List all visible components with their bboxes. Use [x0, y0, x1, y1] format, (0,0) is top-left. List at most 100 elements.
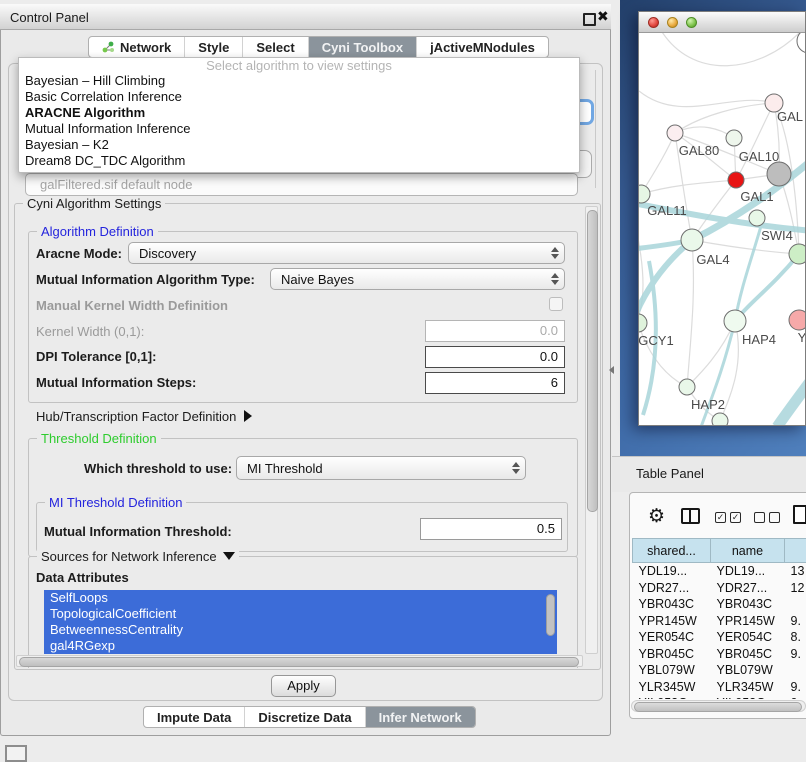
bottom-tab-impute-data[interactable]: Impute Data	[144, 707, 245, 727]
tab-network[interactable]: Network	[89, 37, 185, 57]
sources-group-title[interactable]: Sources for Network Inference	[37, 549, 239, 564]
scrollbar-thumb[interactable]	[634, 702, 802, 712]
zoom-traffic-light-icon[interactable]	[686, 17, 697, 28]
data-table-combo[interactable]: galFiltered.sif default node	[25, 173, 578, 196]
network-node-gal1[interactable]	[728, 172, 744, 188]
network-node-gcy1[interactable]	[639, 314, 647, 332]
attribute-item[interactable]: gal4RGexp	[44, 638, 557, 654]
network-node-swi4[interactable]	[749, 210, 765, 226]
network-node-hap4[interactable]	[724, 310, 746, 332]
table-row[interactable]: YBR043CYBR043C	[633, 596, 806, 613]
table-cell: YIL052C	[633, 695, 711, 699]
table-column-header[interactable]: shared...	[633, 539, 711, 563]
network-node[interactable]	[712, 413, 728, 425]
close-icon[interactable]: ✖	[597, 8, 609, 25]
algorithm-popup-list: Bayesian – Hill ClimbingBasic Correlatio…	[19, 73, 579, 169]
mi-threshold-field[interactable]: 0.5	[420, 518, 562, 540]
network-node[interactable]	[789, 244, 805, 264]
tab-select[interactable]: Select	[243, 37, 308, 57]
network-node-label: GAL1	[740, 189, 773, 204]
table-cell: YLR345W	[633, 679, 711, 696]
table-row[interactable]: YBL079WYBL079W	[633, 662, 806, 679]
network-node-gal10[interactable]	[726, 130, 742, 146]
tab-cyni-toolbox[interactable]: Cyni Toolbox	[309, 37, 417, 57]
mi-type-combo[interactable]: Naive Bayes	[270, 268, 565, 290]
table-panel-title: Table Panel	[636, 466, 704, 481]
algorithm-option[interactable]: Dream8 DC_TDC Algorithm	[19, 153, 579, 169]
mi-type-label: Mutual Information Algorithm Type:	[36, 272, 255, 287]
column-browser-icon[interactable]	[681, 508, 700, 524]
tab-jactivemnodules[interactable]: jActiveMNodules	[417, 37, 548, 57]
mi-steps-label: Mutual Information Steps:	[36, 375, 196, 390]
table-row[interactable]: YDL19...YDL19...13	[633, 563, 806, 580]
attribute-item[interactable]: BetweennessCentrality	[44, 622, 557, 638]
network-canvas[interactable]: GALGAL80GAL10GAL1GAL11SWI4GAL4GCY1HAP4YH…	[639, 33, 805, 425]
which-threshold-combo[interactable]: MI Threshold	[236, 456, 526, 480]
table-row[interactable]: YPR145WYPR145W9.	[633, 613, 806, 630]
minimized-panel-icon[interactable]	[5, 745, 27, 762]
table-column-header[interactable]	[785, 539, 806, 563]
table-column-header[interactable]: name	[711, 539, 785, 563]
network-node[interactable]	[797, 33, 805, 53]
table-row[interactable]: YLR345WYLR345W9.	[633, 679, 806, 696]
select-all-columns-icon[interactable]: ✓✓	[715, 512, 741, 523]
table-cell: 9.	[785, 646, 806, 663]
hub-definition-toggle[interactable]: Hub/Transcription Factor Definition	[36, 409, 252, 424]
kernel-width-field[interactable]: 0.0	[425, 320, 565, 342]
mi-steps-field[interactable]: 6	[425, 372, 565, 394]
collapsed-arrow-icon	[244, 410, 252, 422]
settings-horizontal-scrollbar[interactable]	[16, 655, 583, 667]
network-node-label: GAL	[777, 109, 803, 124]
table-cell: YER054C	[711, 629, 785, 646]
network-node-label: GAL10	[739, 149, 779, 164]
export-table-icon[interactable]	[793, 505, 806, 524]
attribute-item[interactable]: TopologicalCoefficient	[44, 606, 557, 622]
apply-button[interactable]: Apply	[271, 675, 336, 697]
network-node-label: GAL11	[647, 203, 687, 218]
table-row[interactable]: YIL052CYIL052C0.	[633, 695, 806, 699]
algorithm-definition-title: Algorithm Definition	[37, 224, 158, 239]
algorithm-option[interactable]: Basic Correlation Inference	[19, 89, 579, 105]
bottom-tab-discretize-data[interactable]: Discretize Data	[245, 707, 365, 727]
aracne-mode-combo[interactable]: Discovery	[128, 242, 565, 264]
float-window-icon[interactable]	[583, 13, 596, 26]
mi-type-value: Naive Bayes	[271, 272, 546, 287]
algorithm-option[interactable]: Bayesian – Hill Climbing	[19, 73, 579, 89]
network-node-gal11[interactable]	[639, 185, 650, 203]
attribute-item[interactable]: SelfLoops	[44, 590, 557, 606]
tab-style[interactable]: Style	[185, 37, 243, 57]
scrollbar-thumb[interactable]	[587, 210, 598, 512]
manual-kernel-checkbox[interactable]	[549, 297, 563, 311]
table-cell: YER054C	[633, 629, 711, 646]
table-horizontal-scrollbar[interactable]	[631, 700, 806, 712]
table-row[interactable]: YER054CYER054C8.	[633, 629, 806, 646]
minimize-traffic-light-icon[interactable]	[667, 17, 678, 28]
network-view-window[interactable]: GALGAL80GAL10GAL1GAL11SWI4GAL4GCY1HAP4YH…	[638, 11, 806, 426]
network-node-gal80[interactable]	[667, 125, 683, 141]
network-node-y[interactable]	[789, 310, 805, 330]
cyni-settings-title: Cyni Algorithm Settings	[23, 196, 165, 211]
tab-label: Select	[256, 40, 294, 55]
node-table[interactable]: shared...name YDL19...YDL19...13YDR27...…	[632, 538, 806, 699]
settings-vertical-scrollbar[interactable]	[585, 206, 598, 654]
close-traffic-light-icon[interactable]	[648, 17, 659, 28]
list-scrollbar[interactable]	[546, 594, 555, 636]
gear-icon[interactable]: ⚙	[648, 505, 665, 528]
dpi-tolerance-field[interactable]: 0.0	[425, 346, 565, 368]
table-row[interactable]: YDR27...YDR27...12	[633, 580, 806, 597]
deselect-all-columns-icon[interactable]	[754, 512, 780, 523]
bottom-tab-infer-network[interactable]: Infer Network	[366, 707, 475, 727]
aracne-mode-label: Aracne Mode:	[36, 246, 122, 261]
scrollbar-thumb[interactable]	[19, 657, 579, 667]
network-node[interactable]	[767, 162, 791, 186]
data-attributes-list: SelfLoopsTopologicalCoefficientBetweenne…	[44, 590, 557, 654]
algorithm-option[interactable]: ARACNE Algorithm	[19, 105, 579, 121]
table-row[interactable]: YBR045CYBR045C9.	[633, 646, 806, 663]
network-window-titlebar[interactable]	[639, 12, 805, 33]
network-node-hap2[interactable]	[679, 379, 695, 395]
algorithm-option[interactable]: Mutual Information Inference	[19, 121, 579, 137]
network-node-gal4[interactable]	[681, 229, 703, 251]
splitter-collapse-icon[interactable]	[609, 366, 614, 374]
algorithm-option[interactable]: Bayesian – K2	[19, 137, 579, 153]
manual-kernel-label: Manual Kernel Width Definition	[36, 298, 228, 313]
